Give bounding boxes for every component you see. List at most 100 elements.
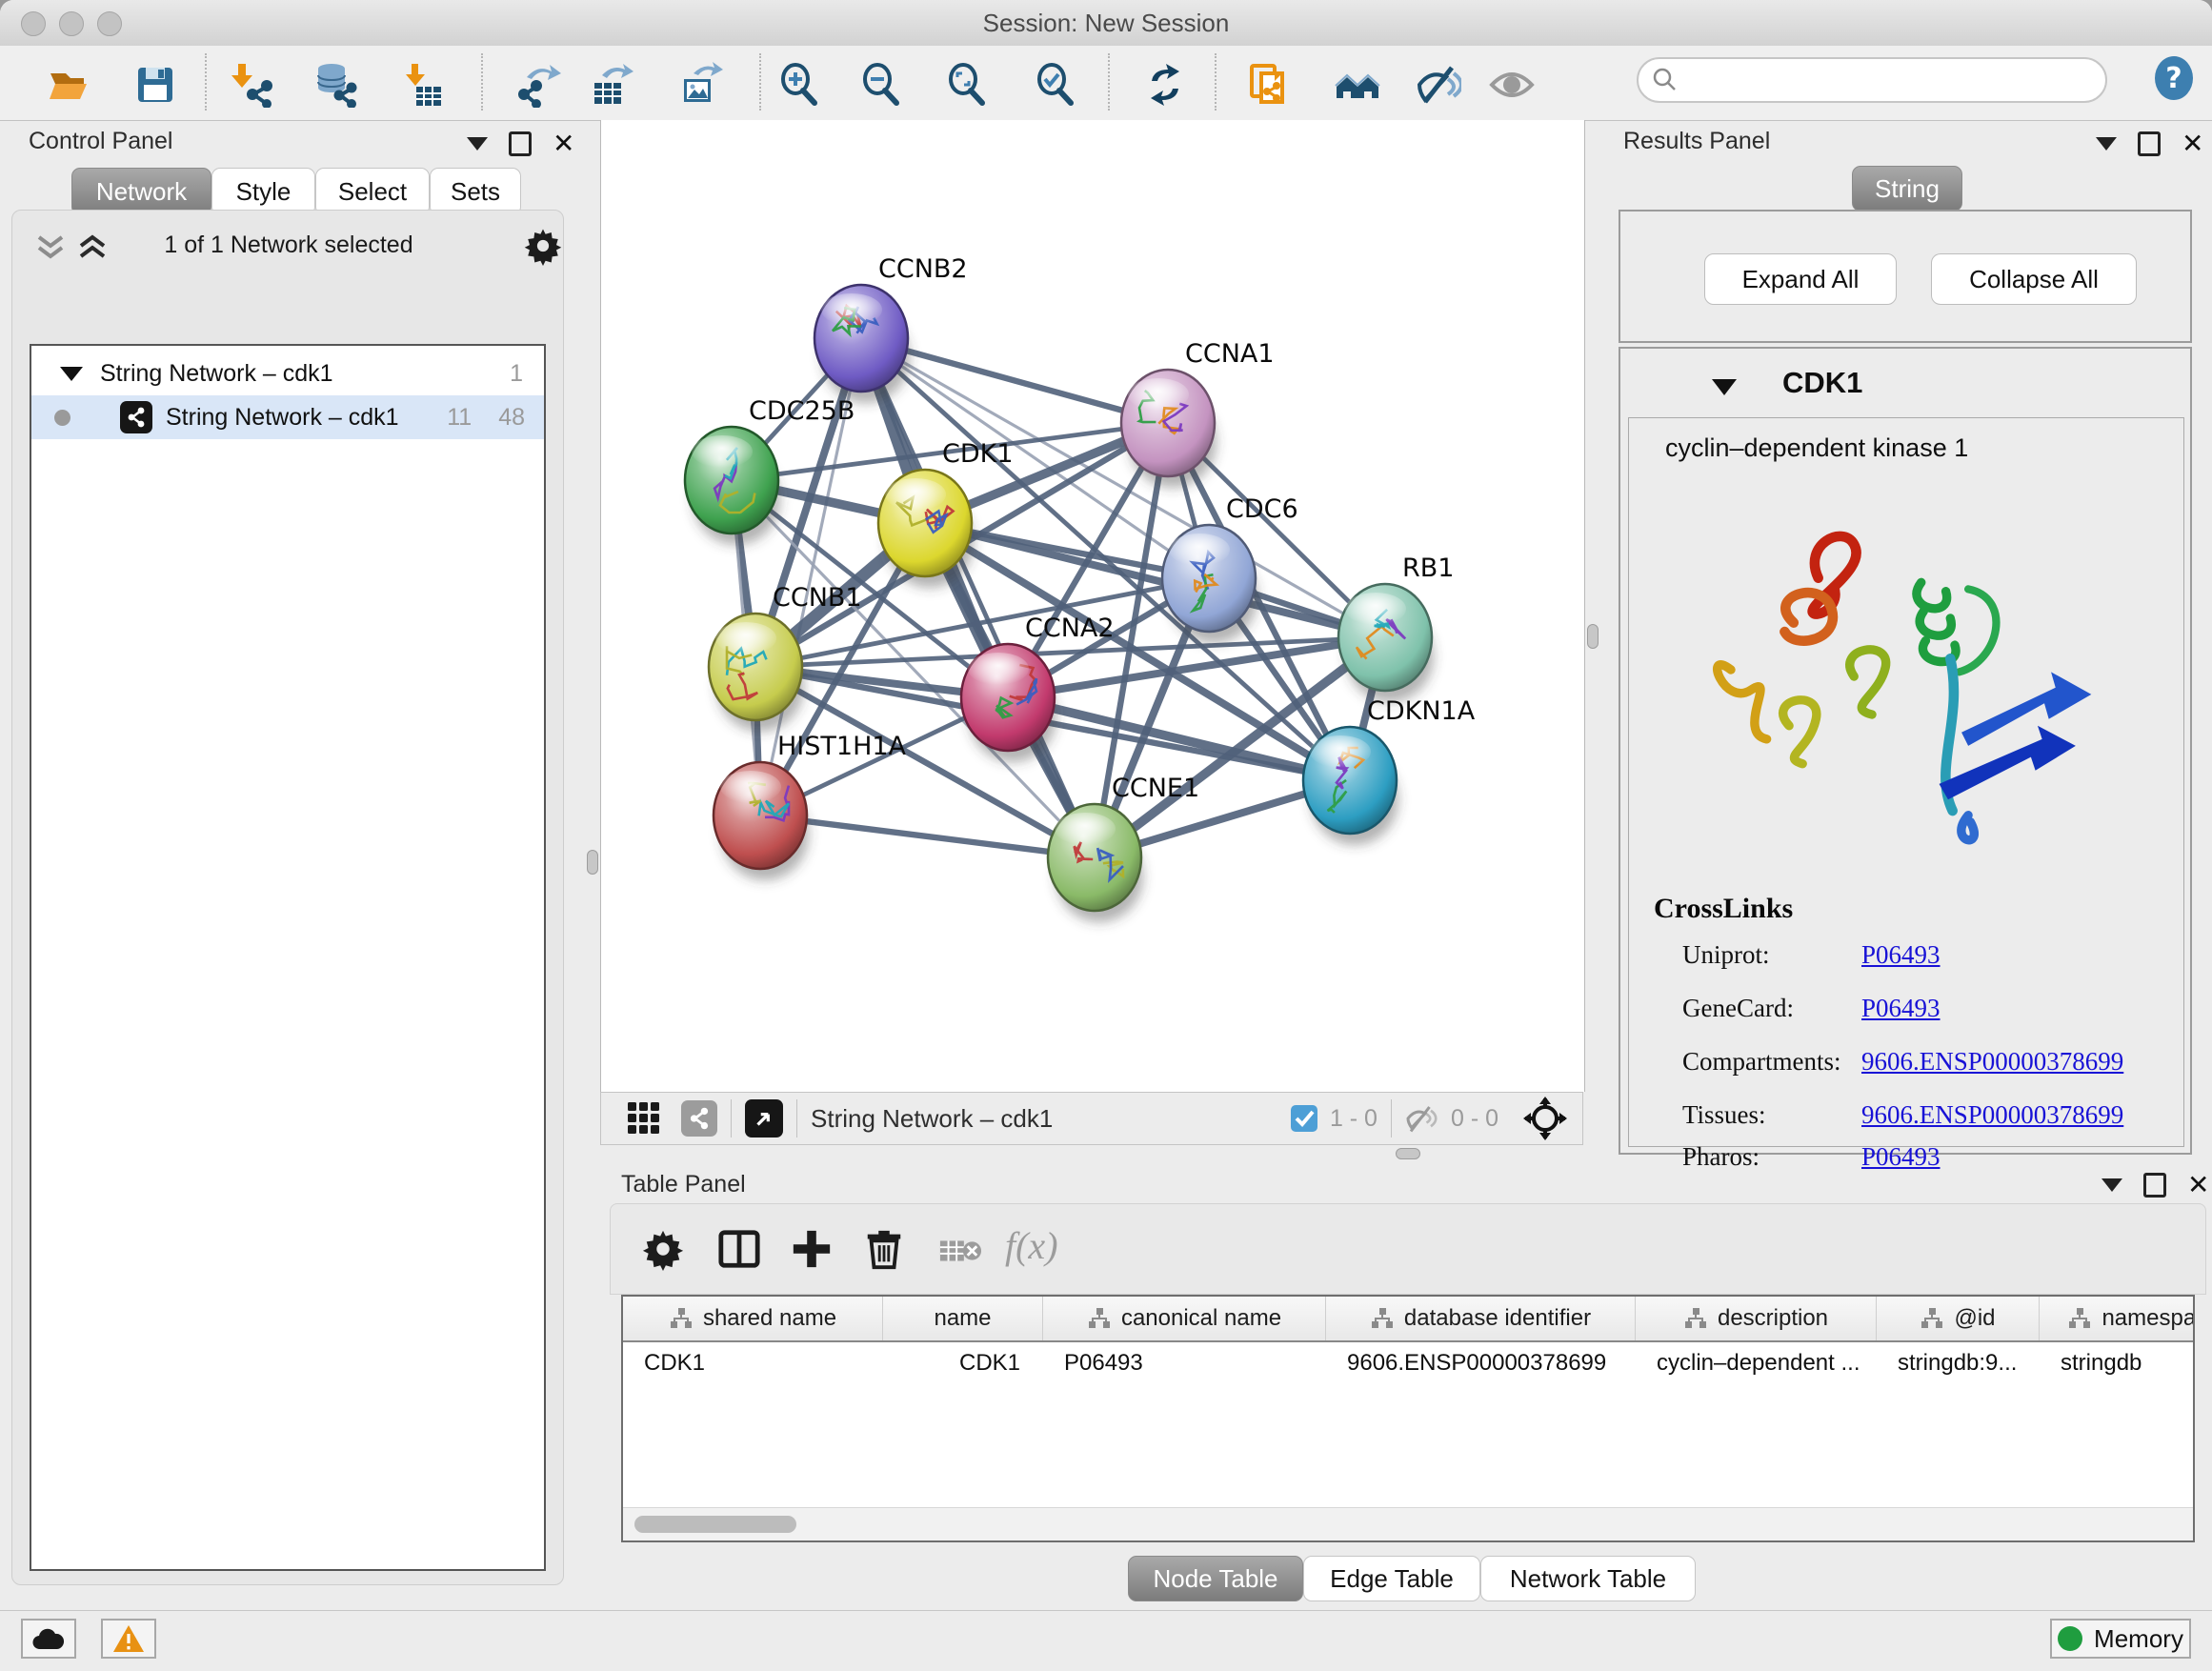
import-network-file-icon[interactable] [229, 62, 274, 108]
cell-id[interactable]: stringdb:9... [1877, 1342, 2040, 1384]
control-panel-menu-icon[interactable] [467, 137, 488, 151]
column-header-database-identifier[interactable]: database identifier [1326, 1297, 1636, 1340]
gene-collapse-icon[interactable] [1712, 379, 1737, 395]
cell-namespace[interactable]: stringdb [2040, 1342, 2195, 1384]
control-panel-float-icon[interactable] [509, 131, 532, 156]
results-panel-float-icon[interactable] [2138, 131, 2161, 156]
crosslink-link[interactable]: 9606.ENSP00000378699 [1861, 1047, 2123, 1077]
column-header-name[interactable]: name [883, 1297, 1043, 1340]
export-image-icon[interactable] [678, 62, 724, 108]
delete-column-trash-icon[interactable] [862, 1227, 906, 1271]
import-table-file-icon[interactable] [399, 62, 445, 108]
save-session-icon[interactable] [132, 62, 178, 108]
tab-node-table[interactable]: Node Table [1128, 1556, 1303, 1601]
cloud-button[interactable] [21, 1619, 76, 1659]
network-canvas[interactable]: CCNB2CCNA1CDC25BCDK1CDC6RB1CCNB1CCNA2CDK… [600, 120, 1585, 1092]
crosslink-link[interactable]: P06493 [1861, 940, 1941, 970]
collapse-all-chevron-icon[interactable] [33, 232, 68, 264]
cell-shared-name[interactable]: CDK1 [623, 1342, 883, 1384]
zoom-out-icon[interactable] [859, 62, 905, 108]
tab-string[interactable]: String [1852, 166, 1962, 211]
cell-database-identifier[interactable]: 9606.ENSP00000378699 [1326, 1342, 1636, 1384]
network-column-icon [669, 1307, 694, 1330]
table-panel-close-icon[interactable]: ✕ [2187, 1176, 2209, 1195]
splitter-handle-right[interactable] [1587, 624, 1599, 649]
control-panel: Control Panel ✕ Network Style Select Set… [11, 126, 564, 1585]
zoom-fit-icon[interactable] [945, 62, 991, 108]
window-title: Session: New Session [0, 9, 2212, 38]
tab-network[interactable]: Network [71, 168, 211, 215]
zoom-selected-icon[interactable] [1034, 62, 1079, 108]
table-panel-menu-icon[interactable] [2101, 1178, 2122, 1192]
results-panel-menu-icon[interactable] [2096, 137, 2117, 151]
column-header-shared-name[interactable]: shared name [623, 1297, 883, 1340]
refresh-icon[interactable] [1142, 62, 1188, 108]
expand-all-chevron-icon[interactable] [75, 232, 110, 264]
grid-mode-icon[interactable] [626, 1100, 662, 1137]
collection-count: 1 [510, 360, 523, 388]
memory-button[interactable]: Memory [2050, 1619, 2191, 1659]
add-column-icon[interactable] [790, 1227, 834, 1271]
birds-eye-view-icon[interactable] [745, 1099, 783, 1137]
column-header-canonical-name[interactable]: canonical name [1043, 1297, 1326, 1340]
table-scroll-area [623, 1507, 2193, 1540]
node-CDC6: CDC6 [1162, 494, 1298, 643]
node-label-HIST1H1A: HIST1H1A [777, 732, 907, 761]
search-icon [1652, 67, 1679, 93]
protein-structure-image [1686, 479, 2134, 860]
export-network-icon[interactable] [515, 62, 561, 108]
cell-description[interactable]: cyclin–dependent ... [1636, 1342, 1877, 1384]
horizontal-scrollbar-thumb[interactable] [634, 1516, 796, 1533]
show-columns-icon[interactable] [717, 1227, 761, 1271]
export-table-icon[interactable] [589, 62, 634, 108]
table-row[interactable]: CDK1 CDK1 P06493 9606.ENSP00000378699 cy… [623, 1342, 2195, 1384]
gear-icon[interactable] [523, 226, 563, 266]
column-header-description[interactable]: description [1636, 1297, 1877, 1340]
first-neighbors-icon[interactable] [1335, 62, 1380, 108]
network-column-icon [1920, 1307, 1944, 1330]
table-gear-icon[interactable] [641, 1227, 685, 1271]
open-file-icon[interactable] [46, 62, 91, 108]
zoom-in-icon[interactable] [777, 62, 823, 108]
crosslink-link[interactable]: P06493 [1861, 994, 1941, 1023]
column-header-id[interactable]: @id [1877, 1297, 2040, 1340]
new-network-from-selection-icon[interactable] [1248, 62, 1294, 108]
import-network-database-icon[interactable] [312, 62, 358, 108]
node-label-CDK1: CDK1 [942, 439, 1014, 469]
edge-HIST1H1A-CCNE1 [760, 815, 1095, 857]
collapse-all-button[interactable]: Collapse All [1931, 253, 2137, 305]
network-row-selected[interactable]: String Network – cdk1 11 48 [31, 395, 544, 439]
tab-select[interactable]: Select [315, 168, 430, 215]
tab-edge-table[interactable]: Edge Table [1303, 1556, 1480, 1601]
network-collection-row[interactable]: String Network – cdk1 1 [31, 352, 544, 395]
crosslink-label: GeneCard: [1682, 994, 1794, 1023]
splitter-handle-left[interactable] [587, 850, 598, 875]
results-panel-close-icon[interactable]: ✕ [2182, 134, 2203, 153]
help-icon[interactable]: ? [2151, 55, 2197, 101]
expand-all-button[interactable]: Expand All [1704, 253, 1897, 305]
tab-sets[interactable]: Sets [430, 168, 521, 215]
tab-style[interactable]: Style [211, 168, 315, 215]
results-actions-box: Expand All Collapse All [1619, 210, 2192, 343]
collection-expand-icon[interactable] [60, 367, 83, 381]
show-hide-graphics-icon[interactable] [1416, 62, 1461, 108]
selected-checkbox-icon[interactable] [1290, 1104, 1318, 1133]
fit-selected-crosshair-icon[interactable] [1523, 1097, 1567, 1140]
cell-name[interactable]: CDK1 [883, 1342, 1043, 1384]
crosslink-link[interactable]: 9606.ENSP00000378699 [1861, 1100, 2123, 1130]
node-label-CCNE1: CCNE1 [1112, 774, 1199, 803]
node-table[interactable]: shared name name canonical name database… [621, 1295, 2195, 1542]
network-view-icon[interactable] [681, 1100, 717, 1137]
hidden-counts: 0 - 0 [1451, 1105, 1498, 1133]
eye-disabled-icon[interactable] [1489, 62, 1535, 108]
tab-network-table[interactable]: Network Table [1480, 1556, 1696, 1601]
cell-canonical-name[interactable]: P06493 [1043, 1342, 1326, 1384]
node-CCNB1: CCNB1 [709, 583, 862, 732]
column-header-namespace[interactable]: namespace [2040, 1297, 2195, 1340]
network-graph[interactable]: CCNB2CCNA1CDC25BCDK1CDC6RB1CCNB1CCNA2CDK… [601, 120, 1584, 1092]
table-panel-float-icon[interactable] [2143, 1173, 2166, 1198]
search-input[interactable] [1679, 66, 2082, 94]
warning-button[interactable] [101, 1619, 156, 1659]
network-column-icon [1683, 1307, 1708, 1330]
control-panel-close-icon[interactable]: ✕ [553, 134, 574, 153]
